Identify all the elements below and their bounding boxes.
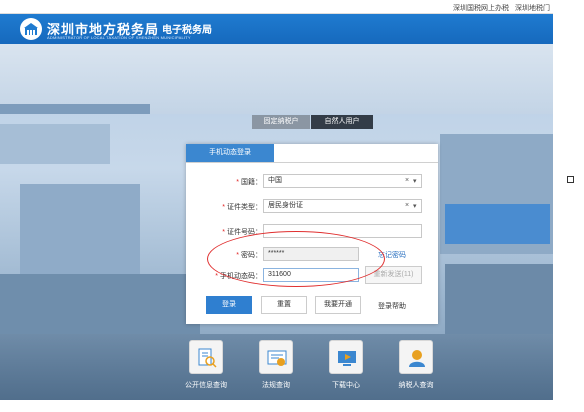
reset-button[interactable]: 重置 xyxy=(261,296,307,314)
site-subtitle: 电子税务局 xyxy=(162,25,212,36)
id-type-label: * 证件类型： xyxy=(222,204,262,211)
tax-bureau-logo-icon xyxy=(20,18,42,40)
tab-natural-person[interactable]: 自然人用户 xyxy=(311,115,373,129)
country-clear-icon[interactable]: × xyxy=(405,177,409,184)
top-utility-bar: 深圳国税网上办税 深圳地税门 xyxy=(0,0,553,14)
panel-divider xyxy=(186,162,438,163)
id-type-select[interactable]: 居民身份证 xyxy=(263,199,422,213)
quick-link-label: 公开信息查询 xyxy=(185,382,227,389)
country-label: * 国籍： xyxy=(236,179,262,186)
download-center-icon[interactable] xyxy=(329,340,363,374)
national-tax-online-link[interactable]: 深圳国税网上办税 xyxy=(453,3,509,13)
document-search-icon[interactable] xyxy=(189,340,223,374)
register-button[interactable]: 我要开通 xyxy=(315,296,361,314)
annotation-ellipse xyxy=(207,231,385,287)
country-value: 中国 xyxy=(268,177,282,184)
id-type-chevron-down-icon[interactable]: ▾ xyxy=(413,202,417,210)
tab-fixed-taxpayer[interactable]: 固定纳税户 xyxy=(252,115,310,129)
taxpayer-icon[interactable] xyxy=(399,340,433,374)
login-help-link[interactable]: 登录帮助 xyxy=(378,301,406,311)
country-select[interactable]: 中国 xyxy=(263,174,422,188)
site-english-name: ADMINISTRATOR OF LOCAL TAXATION OF SHENZ… xyxy=(47,35,191,40)
login-button[interactable]: 登录 xyxy=(206,296,252,314)
local-tax-portal-link[interactable]: 深圳地税门 xyxy=(515,3,550,13)
country-chevron-down-icon[interactable]: ▾ xyxy=(413,177,417,185)
tab-sms-login[interactable]: 手机动态登录 xyxy=(186,144,274,162)
id-type-clear-icon[interactable]: × xyxy=(405,202,409,209)
quick-link-label: 法规查询 xyxy=(262,382,290,389)
site-header: 深圳市地方税务局 电子税务局 ADMINISTRATOR OF LOCAL TA… xyxy=(0,14,553,44)
side-checkbox[interactable] xyxy=(567,176,574,183)
regulation-icon[interactable] xyxy=(259,340,293,374)
id-type-value: 居民身份证 xyxy=(268,202,303,209)
quick-link-label: 下载中心 xyxy=(332,382,360,389)
quick-link-label: 纳税人查询 xyxy=(398,382,434,389)
